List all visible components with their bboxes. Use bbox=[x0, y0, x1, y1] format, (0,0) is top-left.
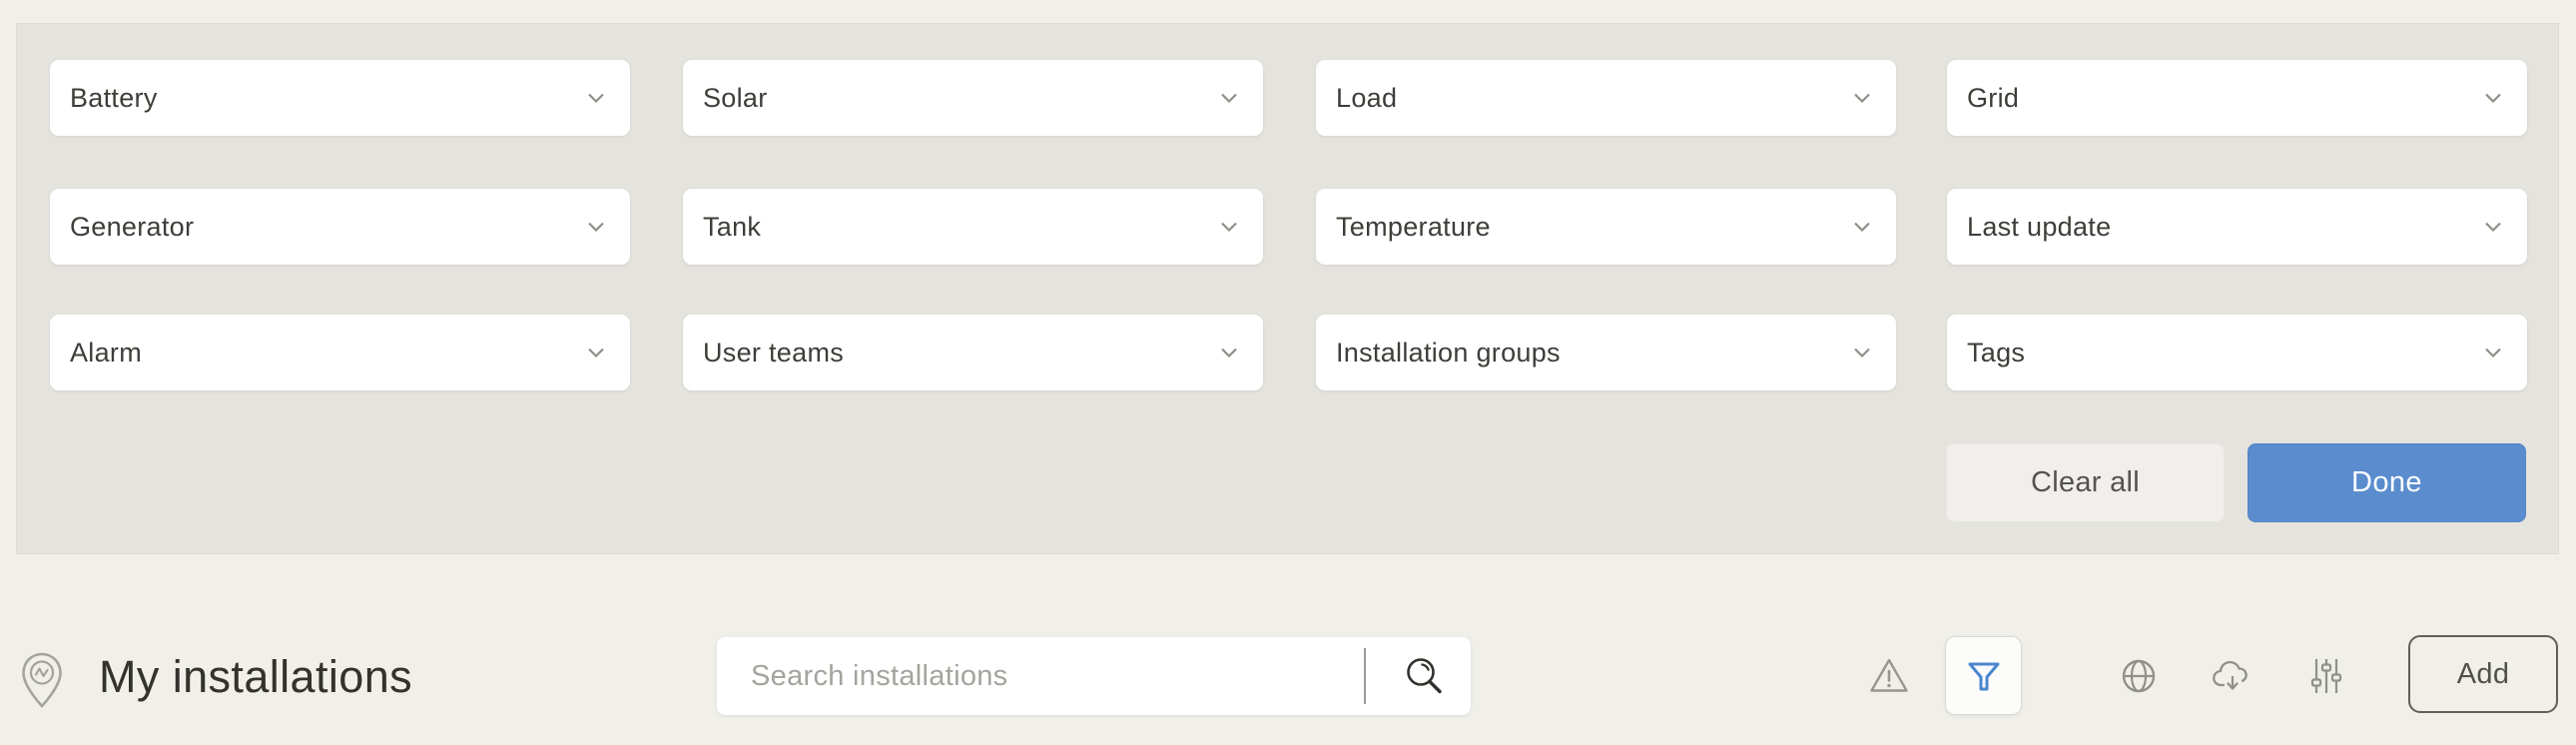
filter-dropdown-temperature[interactable]: Temperature bbox=[1316, 189, 1896, 265]
filter-dropdown-label: Alarm bbox=[70, 338, 142, 369]
filter-dropdown-label: User teams bbox=[703, 338, 844, 369]
chevron-down-icon bbox=[2479, 213, 2507, 241]
chevron-down-icon bbox=[1848, 339, 1876, 367]
filter-dropdown-label: Tank bbox=[703, 212, 761, 243]
add-label: Add bbox=[2457, 658, 2510, 691]
globe-icon bbox=[2116, 653, 2162, 699]
filter-dropdown-label: Installation groups bbox=[1336, 338, 1561, 369]
column-settings-button[interactable] bbox=[2302, 652, 2350, 700]
filter-dropdown-alarm[interactable]: Alarm bbox=[50, 315, 630, 390]
filter-dropdown-user-teams[interactable]: User teams bbox=[683, 315, 1263, 390]
filter-dropdown-label: Generator bbox=[70, 212, 194, 243]
warning-triangle-icon bbox=[1866, 653, 1912, 699]
search-button[interactable] bbox=[1376, 637, 1471, 715]
chevron-down-icon bbox=[582, 339, 610, 367]
filter-funnel-icon bbox=[1962, 654, 2006, 698]
chevron-down-icon bbox=[1215, 339, 1243, 367]
search-icon bbox=[1400, 652, 1448, 700]
filter-dropdown-label: Solar bbox=[703, 83, 768, 114]
cloud-download-icon bbox=[2210, 653, 2255, 699]
chevron-down-icon bbox=[582, 84, 610, 112]
filter-dropdown-generator[interactable]: Generator bbox=[50, 189, 630, 265]
search-divider bbox=[1364, 648, 1366, 704]
filter-dropdown-label: Battery bbox=[70, 83, 158, 114]
filter-dropdown-label: Last update bbox=[1967, 212, 2111, 243]
filter-dropdown-tags[interactable]: Tags bbox=[1947, 315, 2527, 390]
location-pin-logo-icon bbox=[19, 651, 65, 711]
chevron-down-icon bbox=[2479, 84, 2507, 112]
chevron-down-icon bbox=[1848, 84, 1876, 112]
clear-all-button[interactable]: Clear all bbox=[1946, 443, 2225, 522]
sliders-icon bbox=[2303, 653, 2349, 699]
search-input[interactable] bbox=[717, 637, 1361, 715]
filter-dropdown-label: Temperature bbox=[1336, 212, 1491, 243]
search-installations-box bbox=[717, 637, 1471, 715]
filter-dropdown-installation-groups[interactable]: Installation groups bbox=[1316, 315, 1896, 390]
filter-dropdown-battery[interactable]: Battery bbox=[50, 60, 630, 136]
chevron-down-icon bbox=[1215, 84, 1243, 112]
clear-all-label: Clear all bbox=[2031, 466, 2140, 499]
done-button[interactable]: Done bbox=[2248, 443, 2526, 522]
vrm-installations-screen: Battery Solar Load Grid Generator Tank T… bbox=[0, 0, 2576, 745]
filter-dropdown-label: Tags bbox=[1967, 338, 2025, 369]
filter-dropdown-load[interactable]: Load bbox=[1316, 60, 1896, 136]
chevron-down-icon bbox=[1848, 213, 1876, 241]
alarm-warning-button[interactable] bbox=[1865, 652, 1913, 700]
add-installation-button[interactable]: Add bbox=[2408, 635, 2558, 713]
chevron-down-icon bbox=[2479, 339, 2507, 367]
filter-toggle-button[interactable] bbox=[1945, 636, 2022, 715]
filter-dropdown-label: Load bbox=[1336, 83, 1397, 114]
filter-dropdown-grid[interactable]: Grid bbox=[1947, 60, 2527, 136]
page-title: My installations bbox=[99, 649, 412, 705]
map-view-button[interactable] bbox=[2115, 652, 2163, 700]
filter-panel: Battery Solar Load Grid Generator Tank T… bbox=[16, 23, 2559, 554]
download-report-button[interactable] bbox=[2209, 652, 2256, 700]
filter-dropdown-tank[interactable]: Tank bbox=[683, 189, 1263, 265]
chevron-down-icon bbox=[582, 213, 610, 241]
filter-dropdown-last-update[interactable]: Last update bbox=[1947, 189, 2527, 265]
filter-dropdown-label: Grid bbox=[1967, 83, 2019, 114]
chevron-down-icon bbox=[1215, 213, 1243, 241]
done-label: Done bbox=[2351, 466, 2422, 499]
filter-dropdown-solar[interactable]: Solar bbox=[683, 60, 1263, 136]
